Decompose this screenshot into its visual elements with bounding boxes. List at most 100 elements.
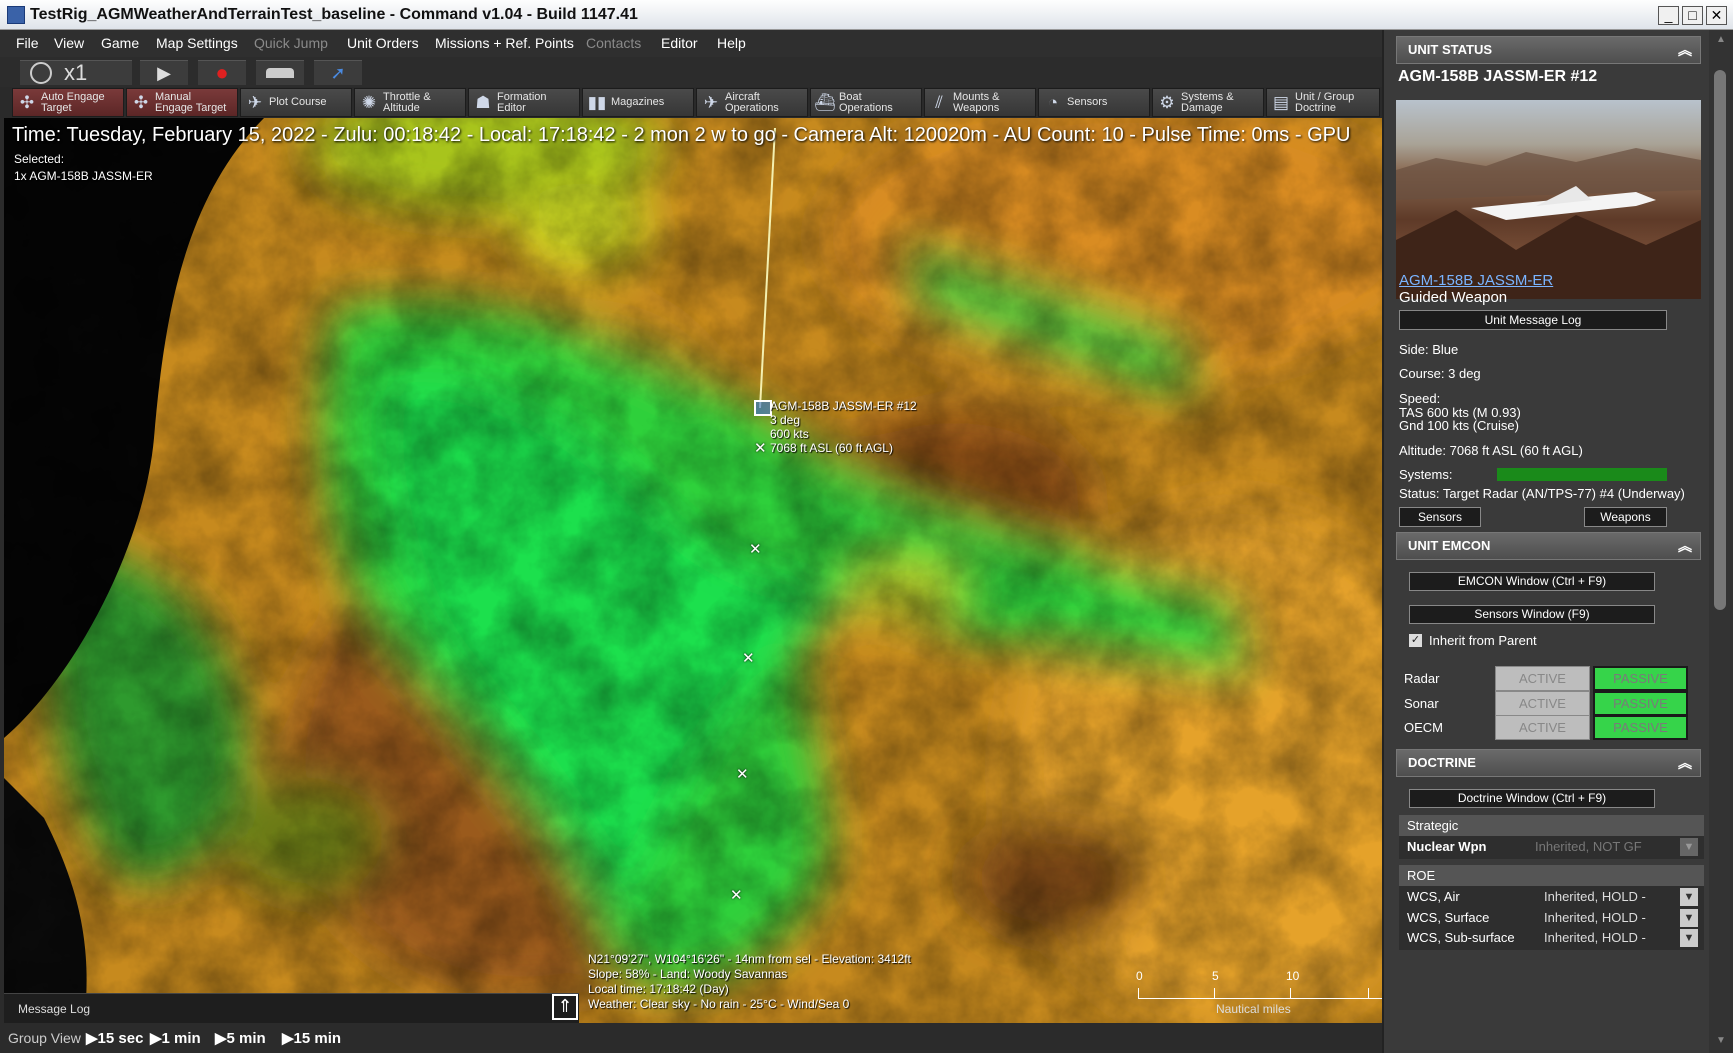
section-title: DOCTRINE: [1408, 755, 1476, 770]
menu-editor[interactable]: Editor: [661, 35, 698, 51]
menu-contacts[interactable]: Contacts: [586, 35, 641, 51]
radar-passive-button[interactable]: PASSIVE: [1593, 666, 1688, 691]
step-5-min[interactable]: ▶5 min: [215, 1029, 266, 1047]
unit-message-log-button[interactable]: Unit Message Log: [1399, 310, 1667, 330]
emcon-oecm-label: OECM: [1404, 720, 1443, 735]
arrow-icon: ➚: [330, 62, 346, 83]
game-status-line: Time: Tuesday, February 15, 2022 - Zulu:…: [12, 124, 1351, 146]
message-log-bar[interactable]: Message Log: [4, 993, 579, 1023]
collapse-icon[interactable]: ︽: [1678, 533, 1692, 559]
document-icon: ▤: [1272, 93, 1290, 112]
nuclear-weapons-row: Nuclear Wpn Inherited, NOT GF ▼: [1399, 836, 1704, 859]
chevron-down-icon[interactable]: ▼: [1680, 838, 1698, 856]
systems-label: Systems:: [1399, 467, 1453, 482]
record-button[interactable]: ●: [198, 60, 246, 85]
menu-unit-orders[interactable]: Unit Orders: [347, 35, 419, 51]
scroll-up-icon[interactable]: ▲: [1716, 34, 1726, 45]
clock-speed-control[interactable]: x1: [20, 60, 132, 85]
oecm-active-button[interactable]: ACTIVE: [1495, 715, 1590, 740]
menu-bar: File View Game Map Settings Quick Jump U…: [0, 30, 1382, 79]
menu-view[interactable]: View: [54, 35, 84, 51]
wcs-air-label: WCS, Air: [1407, 889, 1460, 904]
menu-file[interactable]: File: [16, 35, 39, 51]
systems-damage-button[interactable]: ⚙ Systems & Damage: [1152, 88, 1264, 117]
throttle-altitude-button[interactable]: ✺ Throttle & Altitude: [354, 88, 466, 117]
radar-active-button[interactable]: ACTIVE: [1495, 666, 1590, 691]
pointer-button[interactable]: ➚: [314, 60, 362, 85]
roe-label: ROE: [1407, 868, 1436, 883]
oecm-passive-button[interactable]: PASSIVE: [1593, 715, 1688, 740]
unit-emcon-header[interactable]: UNIT EMCON ︽: [1396, 532, 1701, 560]
sensors-window-button[interactable]: Sensors Window (F9): [1409, 605, 1655, 624]
toolbar-label: Weapons: [953, 101, 1000, 114]
magazines-button[interactable]: ▮▮ Magazines: [582, 88, 694, 117]
weapons-panel-button[interactable]: Weapons: [1584, 507, 1667, 527]
collapse-icon[interactable]: ︽: [1678, 750, 1692, 776]
time-step-bar: Group View ▶15 sec ▶1 min ▶5 min ▶15 min: [0, 1023, 1382, 1053]
chevron-down-icon[interactable]: ▼: [1680, 888, 1698, 906]
sonar-active-button[interactable]: ACTIVE: [1495, 691, 1590, 716]
minimize-button[interactable]: _: [1658, 6, 1679, 25]
waypoint-marker[interactable]: ✕: [754, 439, 767, 457]
sonar-passive-button[interactable]: PASSIVE: [1593, 691, 1688, 716]
toolbar-label: Magazines: [611, 96, 665, 108]
crosshair-icon: ✣: [133, 93, 149, 112]
chevron-down-icon[interactable]: ▼: [1680, 909, 1698, 927]
menu-quick-jump[interactable]: Quick Jump: [254, 35, 328, 51]
chevron-down-icon[interactable]: ▼: [1680, 929, 1698, 947]
menu-game[interactable]: Game: [101, 35, 139, 51]
group-view-label[interactable]: Group View: [8, 1030, 81, 1046]
step-15-sec[interactable]: ▶15 sec: [86, 1029, 143, 1047]
systems-health-fill: [1497, 468, 1667, 481]
inherit-label: Inherit from Parent: [1429, 633, 1537, 648]
unit-status-header[interactable]: UNIT STATUS ︽: [1396, 36, 1701, 64]
aircraft-operations-button[interactable]: ✈ Aircraft Operations: [696, 88, 808, 117]
waypoint-marker[interactable]: ✕: [742, 649, 755, 667]
waypoint-marker[interactable]: ✕: [749, 540, 762, 558]
group-icon: ☗: [475, 93, 491, 112]
boat-operations-button[interactable]: ⛴ Boat Operations: [810, 88, 922, 117]
plane-icon: ✈: [247, 93, 263, 112]
step-label: 15 min: [293, 1030, 342, 1047]
menu-map-settings[interactable]: Map Settings: [156, 35, 238, 51]
menu-help[interactable]: Help: [717, 35, 746, 51]
formation-editor-button[interactable]: ☗ Formation Editor: [468, 88, 580, 117]
emcon-window-button[interactable]: EMCON Window (Ctrl + F9): [1409, 572, 1655, 591]
collapse-icon[interactable]: ︽: [1678, 37, 1692, 63]
play-button[interactable]: ▶: [140, 60, 188, 85]
scroll-down-icon[interactable]: ▼: [1716, 1035, 1726, 1046]
toolbar-label: Editor: [497, 101, 526, 114]
sensors-button[interactable]: ◔ Sensors: [1038, 88, 1150, 117]
vehicle-button[interactable]: [256, 60, 304, 85]
inherit-checkbox[interactable]: ✓: [1409, 634, 1422, 647]
step-15-min[interactable]: ▶15 min: [282, 1029, 341, 1047]
step-label: 1 min: [161, 1030, 201, 1047]
step-1-min[interactable]: ▶1 min: [150, 1029, 201, 1047]
unit-type: Guided Weapon: [1399, 289, 1508, 306]
manual-engage-button[interactable]: ✣ Manual Engage Target: [126, 88, 238, 117]
maximize-button[interactable]: □: [1682, 6, 1703, 25]
auto-engage-button[interactable]: ✣ Auto Engage Target: [12, 88, 124, 117]
close-button[interactable]: ✕: [1706, 6, 1727, 25]
tactical-map[interactable]: Time: Tuesday, February 15, 2022 - Zulu:…: [4, 118, 1386, 1023]
unit-group-doctrine-button[interactable]: ▤ Unit / Group Doctrine: [1266, 88, 1380, 117]
message-log-toggle[interactable]: ⇑: [552, 994, 578, 1020]
mounts-weapons-button[interactable]: ⫽ Mounts & Weapons: [924, 88, 1036, 117]
unit-class-link[interactable]: AGM-158B JASSM-ER: [1399, 272, 1553, 289]
record-icon: ●: [215, 60, 229, 85]
vehicle-icon: [266, 68, 294, 78]
menu-missions[interactable]: Missions + Ref. Points: [435, 35, 574, 51]
scale-unit: Nautical miles: [1216, 1002, 1291, 1016]
panel-scrollbar[interactable]: ▲ ▼: [1709, 30, 1733, 1053]
section-title: UNIT STATUS: [1408, 42, 1493, 57]
scrollbar-thumb[interactable]: [1714, 70, 1726, 610]
expand-icon: ⇑: [557, 996, 573, 1016]
sensors-panel-button[interactable]: Sensors: [1399, 507, 1481, 527]
emcon-radar-label: Radar: [1404, 671, 1440, 686]
waypoint-marker[interactable]: ✕: [736, 765, 749, 783]
plot-course-button[interactable]: ✈ Plot Course: [240, 88, 352, 117]
doctrine-window-button[interactable]: Doctrine Window (Ctrl + F9): [1409, 789, 1655, 808]
doctrine-header[interactable]: DOCTRINE ︽: [1396, 749, 1701, 777]
wcs-subsurface-row: WCS, Sub-surface Inherited, HOLD - ▼: [1399, 927, 1704, 950]
nuclear-label: Nuclear Wpn: [1407, 839, 1487, 854]
